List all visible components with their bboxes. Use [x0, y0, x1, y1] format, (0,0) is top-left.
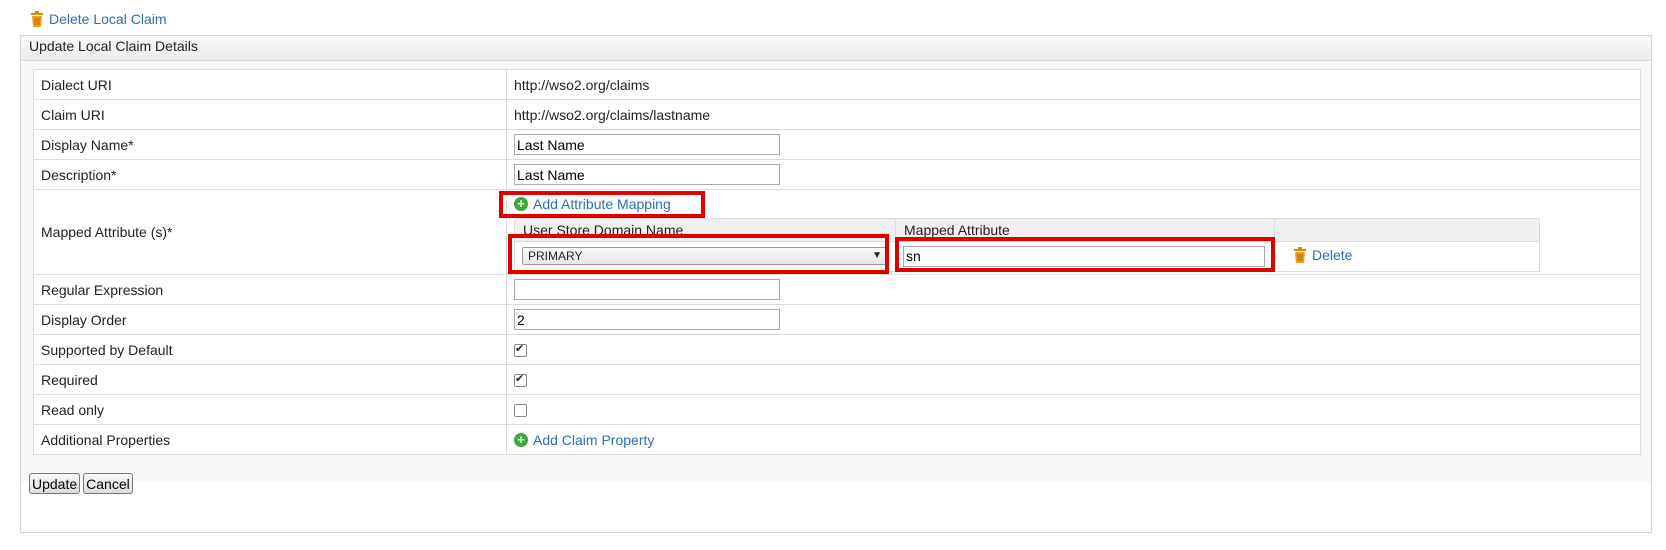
mapped-attribute-label: Mapped Attribute (s)* — [33, 189, 507, 275]
table-row: Required — [33, 364, 1641, 395]
table-row: Regular Expression — [33, 274, 1641, 305]
claim-uri-value: http://wso2.org/claims/lastname — [506, 99, 1641, 130]
delete-mapping-link[interactable]: Delete — [1293, 246, 1353, 263]
column-header-actions — [1274, 217, 1540, 242]
update-button[interactable]: Update — [29, 473, 81, 494]
claim-form-table: Dialect URI http://wso2.org/claims Claim… — [33, 69, 1641, 455]
cancel-button[interactable]: Cancel — [83, 473, 133, 494]
panel-title: Update Local Claim Details — [21, 36, 1651, 61]
form-actions: Update Cancel — [29, 473, 133, 494]
table-row: Display Name* — [33, 129, 1641, 160]
trash-icon — [31, 11, 43, 27]
readonly-checkbox[interactable] — [514, 404, 527, 418]
display-name-label: Display Name* — [33, 129, 507, 160]
column-header-domain: User Store Domain Name — [514, 217, 896, 242]
update-claim-panel: Update Local Claim Details Dialect URI h… — [20, 35, 1652, 533]
dialect-uri-value: http://wso2.org/claims — [506, 69, 1641, 100]
additional-properties-label: Additional Properties — [33, 424, 507, 455]
add-claim-property-label: Add Claim Property — [533, 432, 655, 448]
table-row: Description* — [33, 159, 1641, 190]
table-row: Supported by Default — [33, 334, 1641, 365]
delete-mapping-label: Delete — [1312, 246, 1353, 263]
readonly-label: Read only — [33, 394, 507, 425]
description-label: Description* — [33, 159, 507, 190]
add-claim-property-link[interactable]: + Add Claim Property — [514, 432, 654, 448]
regex-input[interactable] — [514, 279, 780, 300]
dropdown-arrow-icon: ▼ — [872, 250, 882, 261]
display-order-label: Display Order — [33, 304, 507, 335]
dialect-uri-label: Dialect URI — [33, 69, 507, 100]
add-attribute-mapping-link[interactable]: + Add Attribute Mapping — [514, 196, 671, 212]
display-name-input[interactable] — [514, 134, 780, 155]
claim-uri-label: Claim URI — [33, 99, 507, 130]
description-input[interactable] — [514, 164, 780, 185]
supported-checkbox[interactable] — [514, 342, 527, 358]
table-row: Dialect URI http://wso2.org/claims — [33, 69, 1641, 100]
display-order-input[interactable] — [514, 309, 780, 330]
required-label: Required — [33, 364, 507, 395]
add-circle-icon: + — [514, 433, 528, 447]
table-row: Read only — [33, 394, 1641, 425]
table-row: Claim URI http://wso2.org/claims/lastnam… — [33, 99, 1641, 130]
table-row: Additional Properties + Add Claim Proper… — [33, 424, 1641, 455]
trash-icon — [1294, 246, 1306, 263]
delete-local-claim-link[interactable]: Delete Local Claim — [30, 11, 167, 27]
table-row: PRIMARY ▼ sn Delete — [514, 240, 1540, 272]
table-row: Mapped Attribute (s)* + Add Attribute Ma… — [33, 189, 1641, 275]
panel-body: Dialect URI http://wso2.org/claims Claim… — [21, 61, 1651, 482]
attribute-mapping-table: User Store Domain Name Mapped Attribute … — [514, 217, 1540, 272]
table-row: Display Order — [33, 304, 1641, 335]
supported-label: Supported by Default — [33, 334, 507, 365]
select-value: PRIMARY — [528, 249, 583, 263]
add-circle-icon: + — [514, 196, 528, 211]
add-attribute-mapping-label: Add Attribute Mapping — [533, 195, 671, 212]
regex-label: Regular Expression — [33, 274, 507, 305]
required-checkbox[interactable] — [514, 372, 527, 388]
mapped-attribute-input[interactable] — [903, 245, 1265, 267]
column-header-attribute: Mapped Attribute — [895, 217, 1275, 242]
delete-local-claim-label: Delete Local Claim — [49, 11, 167, 27]
user-store-domain-select[interactable]: PRIMARY ▼ — [522, 247, 888, 265]
